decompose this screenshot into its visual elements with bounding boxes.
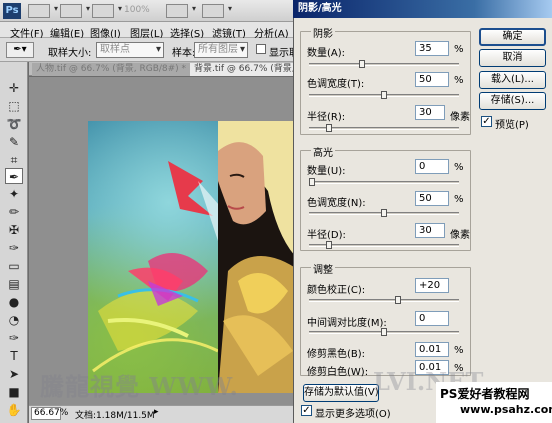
highlights-radius-unit: 像素 <box>450 230 470 241</box>
white-clip-label: 修剪白色(W): <box>307 367 369 378</box>
cancel-button[interactable]: 取消 <box>479 49 546 67</box>
dodge-tool-icon[interactable]: ◔ <box>5 312 23 328</box>
midtone-contrast-slider[interactable] <box>309 328 459 336</box>
highlights-tonal-width-input[interactable]: 50 <box>415 191 449 206</box>
highlights-amount-thumb[interactable] <box>309 178 315 186</box>
clone-stamp-tool-icon[interactable]: ✠ <box>5 222 23 238</box>
shadows-amount-thumb[interactable] <box>359 60 366 68</box>
color-correction-slider[interactable] <box>309 296 459 304</box>
photoshop-logo: Ps <box>3 3 21 19</box>
highlights-tonal-width-unit: % <box>454 194 464 205</box>
tools-panel: ✛ ⬚ ➰ ✎ ⌗ ✒ ✦ ✏ ✠ ✑ ▭ ▤ ● ◔ ✑ T ➤ ■ ✋ <box>0 62 28 423</box>
shadows-amount-input[interactable]: 35 <box>415 41 449 56</box>
status-menu-arrow-icon[interactable]: ▸ <box>154 407 159 417</box>
midtone-contrast-input[interactable]: 0 <box>415 311 449 326</box>
highlights-amount-slider[interactable] <box>309 178 459 186</box>
sample-select[interactable]: 所有图层 <box>194 42 248 58</box>
black-clip-input[interactable]: 0.01 <box>415 342 449 357</box>
shadows-radius-slider[interactable] <box>309 124 459 132</box>
lasso-tool-icon[interactable]: ➰ <box>5 116 23 132</box>
hand-tool-icon[interactable]: ✋ <box>5 402 23 418</box>
highlights-radius-slider[interactable] <box>309 241 459 249</box>
shadows-amount-label: 数量(A): <box>307 48 346 59</box>
eyedropper-tool-icon[interactable]: ✒ <box>5 168 23 184</box>
black-clip-unit: % <box>454 345 464 356</box>
shadows-tonal-width-input[interactable]: 50 <box>415 72 449 87</box>
sample-size-select[interactable]: 取样点 <box>96 42 164 58</box>
eyedropper-preset-icon[interactable]: ✒▾ <box>6 42 34 58</box>
eraser-tool-icon[interactable]: ▭ <box>5 258 23 274</box>
shape-tool-icon[interactable]: ■ <box>5 384 23 400</box>
watermark-left: 騰龍視覺 WWW. <box>40 372 239 401</box>
preview-checkbox[interactable]: ✓ <box>481 116 492 127</box>
highlights-group-title: 高光 <box>311 144 335 159</box>
black-clip-label: 修剪黑色(B): <box>307 349 366 360</box>
crop-tool-icon[interactable]: ⌗ <box>5 152 23 168</box>
show-more-options-checkbox[interactable]: ✓ <box>301 405 312 416</box>
zoom-field[interactable]: 66.67% <box>31 407 68 420</box>
highlights-tonal-width-thumb[interactable] <box>381 209 387 217</box>
artwork-illustration <box>92 121 300 393</box>
type-tool-icon[interactable]: T <box>5 348 23 364</box>
shadows-radius-unit: 像素 <box>450 112 470 123</box>
dialog-title: 阴影/高光 <box>293 0 552 18</box>
arrange-documents-icon[interactable] <box>202 4 232 18</box>
midtone-contrast-thumb[interactable] <box>381 328 387 336</box>
load-button[interactable]: 载入(L)... <box>479 71 546 89</box>
pen-tool-icon[interactable]: ✑ <box>5 330 23 346</box>
highlights-radius-label: 半径(D): <box>307 230 346 241</box>
preview-label: 预览(P) <box>495 120 529 131</box>
highlights-radius-input[interactable]: 30 <box>415 223 445 238</box>
blur-tool-icon[interactable]: ● <box>5 294 23 310</box>
save-as-defaults-button[interactable]: 存储为默认值(V) <box>303 384 379 402</box>
adjustments-group-title: 调整 <box>311 261 335 276</box>
save-button[interactable]: 存储(S)... <box>479 92 546 110</box>
view-extras-icon[interactable] <box>92 4 122 18</box>
sample-size-label: 取样大小: <box>48 48 92 59</box>
site-watermark-url: www.psahz.com <box>460 403 552 416</box>
color-correction-input[interactable]: +20 <box>415 278 449 293</box>
highlights-amount-input[interactable]: 0 <box>415 159 449 174</box>
show-more-options-label: 显示更多选项(O) <box>315 409 391 420</box>
path-selection-tool-icon[interactable]: ➤ <box>5 366 23 382</box>
healing-brush-tool-icon[interactable]: ✦ <box>5 186 23 202</box>
shadows-amount-unit: % <box>454 44 464 55</box>
shadows-radius-thumb[interactable] <box>326 124 333 132</box>
brush-tool-icon[interactable]: ✏ <box>5 204 23 220</box>
color-correction-thumb[interactable] <box>395 296 402 304</box>
ok-button[interactable]: 确定 <box>479 28 546 46</box>
shadows-tonal-width-unit: % <box>454 75 464 86</box>
highlights-radius-thumb[interactable] <box>326 241 333 249</box>
quick-select-tool-icon[interactable]: ✎ <box>5 134 23 150</box>
midtone-contrast-label: 中间调对比度(M): <box>307 318 387 329</box>
tab-document-1[interactable]: 人物.tif @ 66.7% (背景, RGB/8#) * <box>32 63 191 76</box>
status-bar <box>29 405 300 423</box>
move-tool-icon[interactable]: ✛ <box>5 80 23 96</box>
shadows-radius-label: 半径(R): <box>307 112 346 123</box>
shadows-amount-slider[interactable] <box>309 60 459 68</box>
document-canvas-image[interactable] <box>88 121 300 393</box>
highlights-amount-label: 数量(U): <box>307 166 346 177</box>
hand-tool-icon[interactable] <box>166 4 196 18</box>
zoom-level-dropdown[interactable]: 100% <box>124 5 150 15</box>
history-brush-tool-icon[interactable]: ✑ <box>5 240 23 256</box>
show-ring-checkbox[interactable] <box>256 44 266 54</box>
shadows-tonal-width-slider[interactable] <box>309 91 459 99</box>
sample-label: 样本: <box>172 48 196 59</box>
highlights-amount-unit: % <box>454 162 464 173</box>
shadows-tonal-width-label: 色调宽度(T): <box>307 79 365 90</box>
highlights-tonal-width-label: 色调宽度(N): <box>307 198 366 209</box>
highlights-tonal-width-slider[interactable] <box>309 209 459 217</box>
gradient-tool-icon[interactable]: ▤ <box>5 276 23 292</box>
mini-bridge-icon[interactable] <box>60 4 90 18</box>
color-correction-label: 颜色校正(C): <box>307 285 366 296</box>
shadows-group-title: 阴影 <box>311 25 335 40</box>
bridge-icon[interactable] <box>28 4 58 18</box>
site-watermark-title: PS爱好者教程网 <box>440 387 530 401</box>
document-size-info: 文档:1.18M/11.5M <box>75 411 155 421</box>
marquee-tool-icon[interactable]: ⬚ <box>5 98 23 114</box>
shadows-tonal-width-thumb[interactable] <box>381 91 387 99</box>
shadows-radius-input[interactable]: 30 <box>415 105 445 120</box>
